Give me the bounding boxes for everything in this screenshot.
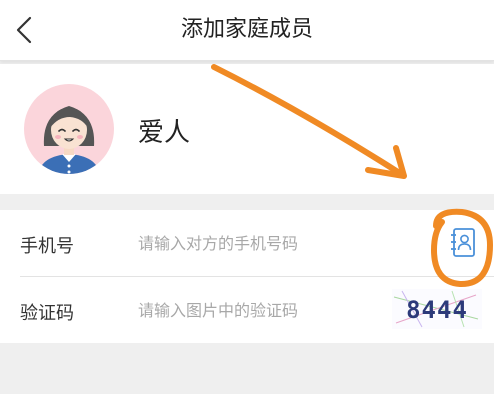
header-bar: 添加家庭成员 [0,0,494,61]
member-form: 手机号 验证码 8444 [0,210,494,343]
phone-row: 手机号 [0,210,494,276]
captcha-row: 验证码 8444 [0,277,494,343]
avatar [24,84,114,174]
captcha-label: 验证码 [20,303,74,324]
captcha-input[interactable] [138,295,408,325]
contact-book-icon [451,228,475,257]
contact-picker-button[interactable] [448,226,478,260]
member-profile: 爱人 [0,64,494,194]
captcha-image[interactable]: 8444 [392,289,482,329]
page-title: 添加家庭成员 [180,17,313,42]
phone-input[interactable] [138,228,408,258]
captcha-image-art: 8444 [392,289,482,329]
phone-label: 手机号 [20,236,74,257]
member-name: 爱人 [138,118,191,148]
captcha-text: 8444 [406,296,468,324]
avatar-woman-icon [24,84,114,174]
